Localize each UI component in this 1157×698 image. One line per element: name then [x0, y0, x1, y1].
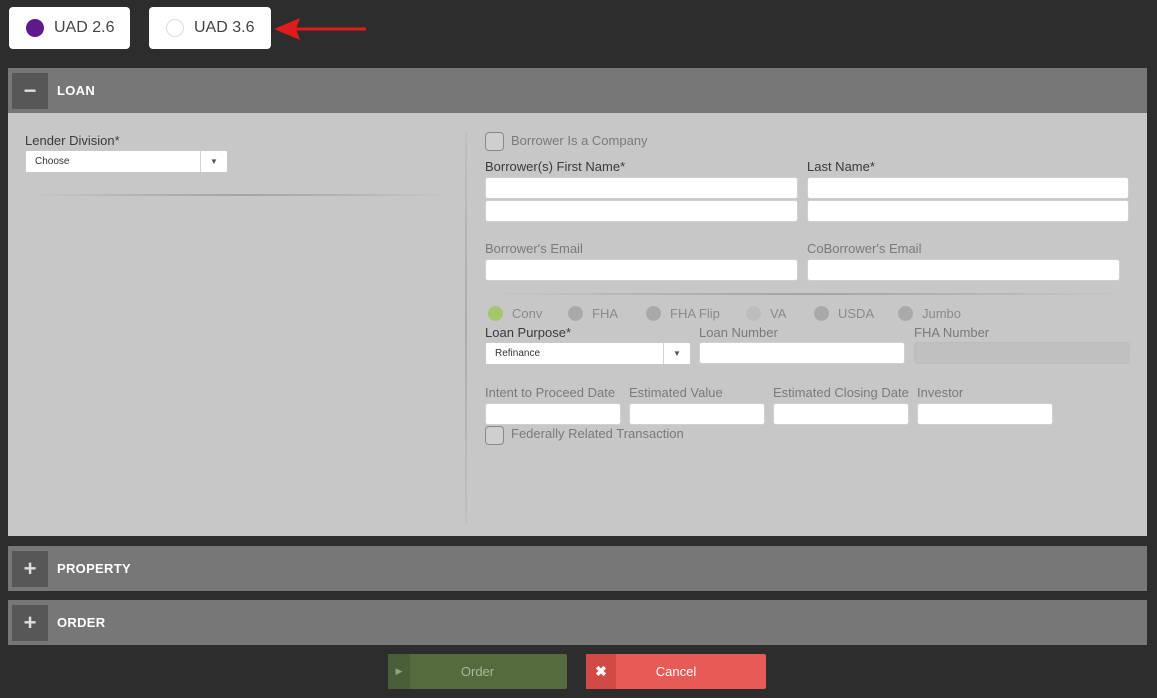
radio-selected-icon — [26, 19, 44, 37]
column-divider — [465, 133, 467, 523]
loan-type-label: Jumbo — [922, 306, 962, 321]
collapse-icon[interactable]: − — [12, 72, 48, 109]
last-name-input[interactable] — [807, 177, 1129, 199]
loan-type-usda[interactable]: USDA — [814, 306, 874, 321]
loan-type-label: FHA — [592, 306, 618, 321]
cancel-button[interactable]: ✖ Cancel — [586, 654, 766, 689]
loan-section-body: Lender Division* Choose ▼ Borrower Is a … — [8, 113, 1147, 536]
last-name-label: Last Name* — [807, 159, 875, 174]
lender-division-value: Choose — [35, 156, 70, 167]
annotation-arrow-icon — [274, 18, 366, 40]
borrower-email-label: Borrower's Email — [485, 241, 583, 256]
order-button-label: Order — [460, 664, 495, 679]
radio-unselected-icon — [568, 306, 583, 321]
loan-type-jumbo[interactable]: Jumbo — [898, 306, 961, 321]
loan-number-label: Loan Number — [699, 325, 778, 340]
property-section-title: PROPERTY — [57, 561, 131, 576]
left-divider — [25, 194, 455, 196]
loan-section-title: LOAN — [57, 83, 96, 98]
right-divider — [485, 293, 1130, 295]
close-icon: ✖ — [586, 654, 616, 689]
order-section-header[interactable]: + ORDER — [8, 600, 1147, 645]
loan-type-va[interactable]: VA — [746, 306, 786, 321]
order-section-title: ORDER — [57, 615, 106, 630]
radio-unselected-icon — [898, 306, 913, 321]
uad-3-6-option[interactable]: UAD 3.6 — [149, 7, 271, 49]
fha-number-input[interactable] — [914, 342, 1130, 364]
expand-icon[interactable]: + — [12, 550, 48, 587]
loan-purpose-label: Loan Purpose* — [485, 325, 572, 340]
property-section-header[interactable]: + PROPERTY — [8, 546, 1147, 591]
cancel-button-label: Cancel — [655, 664, 697, 679]
fha-number-label: FHA Number — [914, 325, 990, 340]
order-button[interactable]: ▶ Order — [388, 654, 567, 689]
coborrower-first-name-input[interactable] — [485, 200, 798, 222]
borrower-first-name-input[interactable] — [485, 177, 798, 199]
borrower-is-company-checkbox[interactable] — [485, 132, 504, 151]
uad-3-6-label: UAD 3.6 — [194, 19, 255, 36]
lender-division-label: Lender Division* — [25, 133, 120, 148]
federally-related-label: Federally Related Transaction — [511, 426, 684, 441]
coborrower-email-input[interactable] — [807, 259, 1120, 281]
loan-purpose-select[interactable]: Refinance ▼ — [485, 342, 691, 365]
chevron-down-icon: ▼ — [663, 343, 690, 364]
loan-section-header[interactable]: − LOAN — [8, 68, 1147, 113]
estimated-closing-date-label: Estimated Closing Date — [773, 385, 909, 400]
radio-unselected-icon — [814, 306, 829, 321]
estimated-value-label: Estimated Value — [629, 385, 723, 400]
intent-to-proceed-date-input[interactable] — [485, 403, 621, 425]
uad-2-6-option[interactable]: UAD 2.6 — [9, 7, 130, 49]
investor-input[interactable] — [917, 403, 1053, 425]
radio-selected-icon — [488, 306, 503, 321]
estimated-closing-date-input[interactable] — [773, 403, 909, 425]
federally-related-checkbox[interactable] — [485, 426, 504, 445]
uad-2-6-label: UAD 2.6 — [54, 19, 115, 36]
estimated-value-input[interactable] — [629, 403, 765, 425]
loan-type-label: USDA — [838, 306, 875, 321]
loan-type-conv[interactable]: Conv — [488, 306, 542, 321]
play-icon: ▶ — [388, 654, 410, 689]
loan-type-fha-flip[interactable]: FHA Flip — [646, 306, 720, 321]
lender-division-select[interactable]: Choose ▼ — [25, 150, 228, 173]
borrower-email-input[interactable] — [485, 259, 798, 281]
loan-purpose-value: Refinance — [495, 348, 541, 359]
borrower-first-name-label: Borrower(s) First Name* — [485, 159, 626, 174]
loan-type-label: Conv — [512, 306, 543, 321]
radio-unselected-icon — [746, 306, 761, 321]
investor-label: Investor — [917, 385, 964, 400]
expand-icon[interactable]: + — [12, 604, 48, 641]
loan-type-label: FHA Flip — [670, 306, 720, 321]
loan-number-input[interactable] — [699, 342, 905, 364]
loan-type-fha[interactable]: FHA — [568, 306, 618, 321]
loan-type-label: VA — [770, 306, 787, 321]
coborrower-email-label: CoBorrower's Email — [807, 241, 922, 256]
intent-to-proceed-date-label: Intent to Proceed Date — [485, 385, 616, 400]
borrower-is-company-label: Borrower Is a Company — [511, 133, 648, 148]
chevron-down-icon: ▼ — [200, 151, 227, 172]
radio-unselected-icon — [646, 306, 661, 321]
coborrower-last-name-input[interactable] — [807, 200, 1129, 222]
radio-unselected-icon — [166, 19, 184, 37]
